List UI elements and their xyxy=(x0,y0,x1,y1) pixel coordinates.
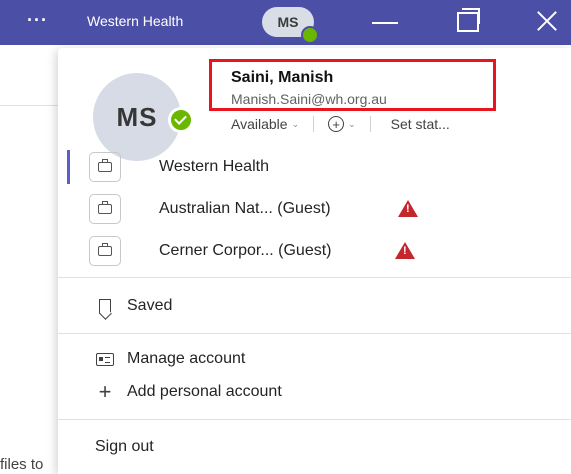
minimize-icon[interactable] xyxy=(372,22,398,24)
status-row: Available ⌄ + ⌄ Set stat... xyxy=(231,114,450,134)
saved-label: Saved xyxy=(127,297,173,314)
contact-card-icon xyxy=(95,352,115,366)
presence-status-dropdown[interactable]: Available ⌄ xyxy=(231,116,299,132)
user-email: Manish.Saini@wh.org.au xyxy=(231,91,387,107)
maximize-icon[interactable] xyxy=(457,8,480,32)
divider xyxy=(58,277,571,278)
presence-available-icon xyxy=(168,107,194,133)
close-icon[interactable] xyxy=(536,10,558,32)
briefcase-icon xyxy=(89,236,121,266)
bookmark-icon xyxy=(95,298,115,314)
org-item-label: Australian Nat... (Guest) xyxy=(159,200,331,217)
manage-account-menu-item[interactable]: Manage account xyxy=(95,347,245,371)
org-item-cerner-corpor[interactable]: Cerner Corpor... (Guest) xyxy=(58,232,571,274)
separator xyxy=(369,116,371,132)
manage-account-label: Manage account xyxy=(127,350,246,367)
background-divider xyxy=(0,105,60,106)
background-text: files to xyxy=(0,456,44,473)
org-item-western-health[interactable]: Western Health xyxy=(58,148,571,190)
organization-list: Western Health Australian Nat... (Guest)… xyxy=(58,148,571,274)
briefcase-icon xyxy=(89,152,121,182)
org-item-label: Cerner Corpor... (Guest) xyxy=(159,242,332,259)
add-circle-icon: + xyxy=(328,116,345,132)
active-indicator xyxy=(67,150,70,184)
title-bar: ··· Western Health MS xyxy=(0,0,571,45)
org-item-australian-nat[interactable]: Australian Nat... (Guest) xyxy=(58,190,571,232)
account-menu-popup: MS Saini, Manish Manish.Saini@wh.org.au … xyxy=(58,48,571,474)
add-personal-account-menu-item[interactable]: + Add personal account xyxy=(95,380,282,404)
warning-icon xyxy=(395,242,415,259)
separator xyxy=(313,116,315,132)
plus-icon: + xyxy=(98,379,112,404)
chevron-down-icon: ⌄ xyxy=(348,118,356,129)
chevron-down-icon: ⌄ xyxy=(291,118,300,129)
warning-icon xyxy=(398,200,418,217)
status-add-button[interactable]: + ⌄ xyxy=(328,116,356,132)
presence-available-icon xyxy=(301,26,319,44)
briefcase-icon xyxy=(89,194,121,224)
org-name[interactable]: Western Health xyxy=(87,13,183,29)
set-status-message-button[interactable]: Set stat... xyxy=(391,116,450,132)
org-item-label: Western Health xyxy=(159,158,269,175)
divider xyxy=(58,333,571,334)
sign-out-label: Sign out xyxy=(95,438,154,455)
saved-menu-item[interactable]: Saved xyxy=(95,294,172,318)
user-name: Saini, Manish xyxy=(231,69,334,86)
add-personal-account-label: Add personal account xyxy=(127,383,282,400)
divider xyxy=(58,419,571,420)
more-options-icon[interactable]: ··· xyxy=(27,10,48,31)
presence-status-label: Available xyxy=(231,116,288,132)
sign-out-menu-item[interactable]: Sign out xyxy=(95,435,154,459)
